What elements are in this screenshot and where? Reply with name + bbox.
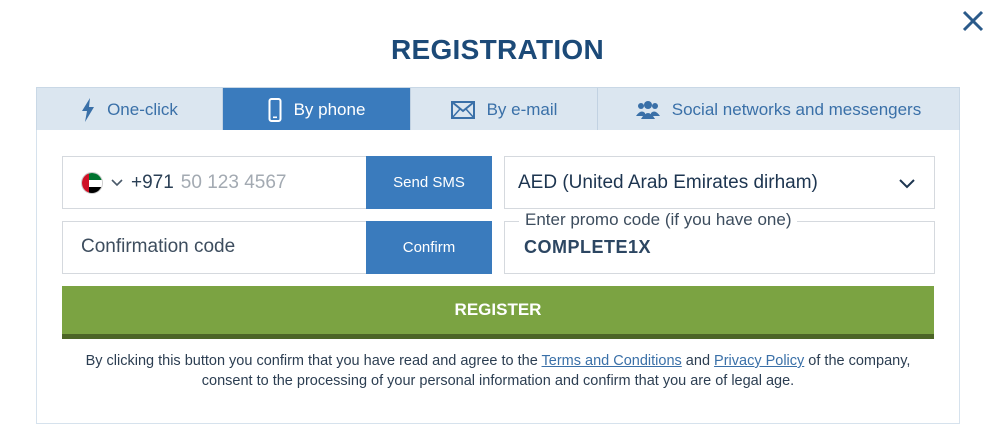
- currency-select[interactable]: AED (United Arab Emirates dirham): [504, 156, 935, 209]
- legal-text-start: By clicking this button you confirm that…: [85, 353, 542, 369]
- close-button[interactable]: [960, 8, 986, 34]
- lightning-icon: [81, 97, 95, 122]
- phone-input[interactable]: [180, 171, 351, 194]
- currency-value: AED (United Arab Emirates dirham): [518, 171, 818, 193]
- smartphone-icon: [268, 97, 282, 122]
- tab-one-click[interactable]: One-click: [37, 88, 223, 131]
- chevron-down-icon: [899, 179, 915, 189]
- envelope-icon: [450, 100, 475, 119]
- legal-text-and: and: [681, 353, 715, 369]
- tab-social-networks[interactable]: Social networks and messengers: [598, 88, 959, 131]
- tab-label: One-click: [107, 99, 178, 119]
- legal-notice: By clicking this button you confirm that…: [62, 351, 934, 391]
- confirm-button[interactable]: Confirm: [366, 221, 492, 274]
- dial-code: +971: [131, 171, 174, 193]
- tab-label: By e-mail: [486, 99, 558, 119]
- users-icon: [635, 100, 660, 120]
- register-button[interactable]: REGISTER: [62, 286, 934, 339]
- tab-by-phone[interactable]: By phone: [223, 88, 411, 131]
- promo-code-label: Enter promo code (if you have one): [519, 210, 798, 230]
- confirmation-code-field: Confirm: [62, 221, 492, 274]
- privacy-policy-link[interactable]: Privacy Policy: [714, 353, 804, 369]
- send-sms-button[interactable]: Send SMS: [366, 156, 492, 209]
- tab-by-email[interactable]: By e-mail: [411, 88, 598, 131]
- uae-flag-icon[interactable]: [81, 171, 103, 194]
- tab-label: By phone: [293, 99, 366, 119]
- confirmation-code-input[interactable]: [81, 236, 351, 258]
- modal-title: REGISTRATION: [390, 34, 605, 65]
- tab-label: Social networks and messengers: [671, 99, 922, 119]
- phone-field: +971 Send SMS: [62, 156, 492, 209]
- close-icon: [962, 10, 984, 32]
- terms-link[interactable]: Terms and Conditions: [542, 353, 682, 369]
- promo-code-input[interactable]: [524, 237, 904, 258]
- promo-code-field: Enter promo code (if you have one): [504, 210, 935, 274]
- registration-tabs: One-click By phone By e-mail Social netw…: [36, 87, 960, 131]
- chevron-down-icon[interactable]: [111, 177, 123, 189]
